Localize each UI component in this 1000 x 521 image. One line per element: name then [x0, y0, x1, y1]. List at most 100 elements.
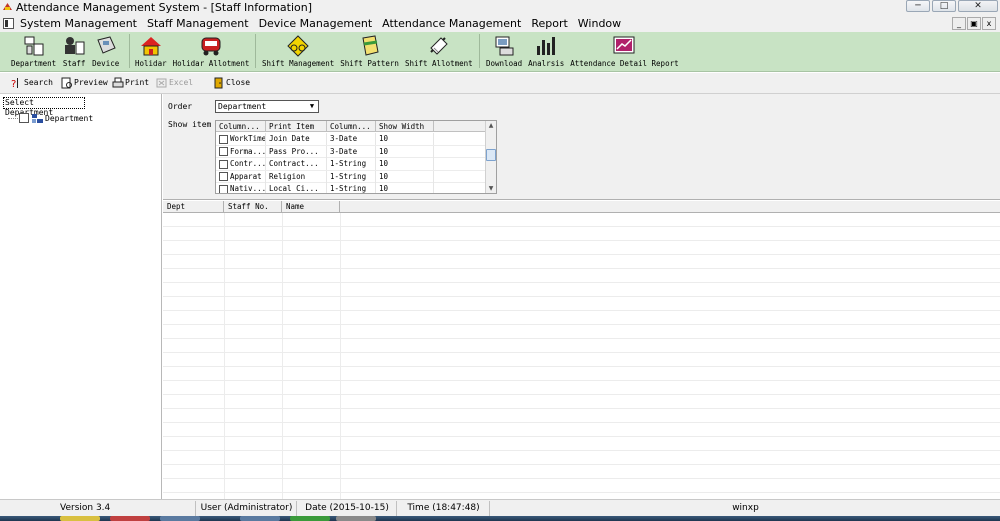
- cell-show-width[interactable]: 10: [376, 183, 434, 193]
- toolbar-staff-button[interactable]: Staff: [59, 34, 89, 69]
- mdi-close-button[interactable]: x: [982, 17, 996, 30]
- department-panel: Select Department Department: [0, 94, 162, 499]
- status-time: Time (18:47:48): [398, 501, 490, 516]
- toolbar-label: Holidar Allotment: [172, 59, 250, 68]
- cell-show-width[interactable]: 10: [376, 158, 434, 170]
- close-button[interactable]: Close: [213, 76, 250, 90]
- options-panel: Order Department ▼ Show item Column... P…: [163, 94, 1000, 200]
- cell-print-item: Local Ci...: [266, 183, 327, 193]
- department-node-icon: [32, 113, 43, 123]
- order-value: Department: [218, 102, 267, 111]
- staff-grid-header: Dept Staff No. Name: [163, 201, 1000, 213]
- taskbar-item[interactable]: [240, 516, 280, 521]
- show-item-grid-header: Column... Print Item Column... Show Widt…: [216, 121, 486, 132]
- toolbar-attendance-report-button[interactable]: Attendance Detail Report: [567, 34, 681, 69]
- column-header[interactable]: Column...: [216, 121, 266, 132]
- tree-connector: [8, 117, 18, 119]
- tree-node-department[interactable]: Department: [8, 113, 93, 123]
- cell-column-name: Nativ...: [230, 184, 266, 193]
- cell-show-width[interactable]: 10: [376, 170, 434, 183]
- status-bar: Version 3.4 User (Administrator) Date (2…: [0, 499, 1000, 516]
- menu-report[interactable]: Report: [531, 15, 567, 32]
- toolbar-separator: [255, 34, 256, 68]
- show-item-row[interactable]: Forma... Pass Pro... 3-Date 10: [216, 145, 486, 158]
- toolbar-device-button[interactable]: Device: [89, 34, 122, 69]
- scroll-up-icon[interactable]: ▲: [487, 121, 495, 130]
- preview-button[interactable]: Preview: [61, 76, 108, 90]
- cell-show-width[interactable]: 10: [376, 145, 434, 158]
- staff-icon: [65, 37, 85, 55]
- cell-column-name: WorkTime: [230, 134, 266, 143]
- taskbar-item[interactable]: [160, 516, 200, 521]
- row-checkbox[interactable]: [219, 184, 228, 193]
- cell-show-width[interactable]: 10: [376, 133, 434, 145]
- close-icon: ✕: [974, 1, 982, 11]
- tree-node-checkbox[interactable]: [19, 113, 29, 123]
- search-icon: ?: [11, 78, 18, 89]
- excel-button[interactable]: Excel: [156, 76, 193, 90]
- toolbar-shift-allotment-button[interactable]: Shift Allotment: [402, 34, 476, 69]
- excel-icon: [156, 78, 167, 88]
- column-header[interactable]: Print Item: [266, 121, 327, 132]
- show-item-row[interactable]: Apparat Religion 1-String 10: [216, 170, 486, 183]
- mdi-restore-button[interactable]: ▣: [967, 17, 981, 30]
- toolbar-department-button[interactable]: Department: [8, 34, 59, 69]
- column-header[interactable]: Column...: [327, 121, 376, 132]
- show-item-scrollbar[interactable]: ▲ ▼: [485, 121, 496, 193]
- analysis-icon: [537, 37, 556, 55]
- column-header-staff-no[interactable]: Staff No.: [224, 201, 282, 213]
- taskbar-item[interactable]: [290, 516, 330, 521]
- scroll-down-icon[interactable]: ▼: [487, 184, 495, 193]
- menu-attendance-management[interactable]: Attendance Management: [382, 15, 521, 32]
- column-header-name[interactable]: Name: [282, 201, 340, 213]
- show-item-row[interactable]: Contr... Contract... 1-String 10: [216, 158, 486, 171]
- menu-staff-management[interactable]: Staff Management: [147, 15, 249, 32]
- toolbar-download-button[interactable]: Download: [483, 34, 525, 69]
- toolbar-holiday-allotment-button[interactable]: Holidar Allotment: [170, 34, 253, 69]
- show-item-row[interactable]: WorkTime Join Date 3-Date 10: [216, 133, 486, 146]
- order-label: Order: [168, 102, 193, 111]
- preview-label: Preview: [74, 78, 108, 87]
- minimize-icon: ─: [915, 1, 921, 11]
- taskbar-item[interactable]: [336, 516, 376, 521]
- cell-column-name: Contr...: [230, 159, 266, 168]
- cell-print-item: Contract...: [266, 158, 327, 170]
- menu-device-management[interactable]: Device Management: [259, 15, 373, 32]
- mdi-minimize-button[interactable]: _: [952, 17, 966, 30]
- taskbar-item[interactable]: [110, 516, 150, 521]
- staff-grid: Dept Staff No. Name: [163, 201, 1000, 499]
- row-checkbox[interactable]: [219, 147, 228, 156]
- toolbar-label: Holidar: [135, 59, 167, 68]
- search-button[interactable]: ? Search: [11, 76, 53, 90]
- window-title: Attendance Management System - [Staff In…: [16, 1, 313, 14]
- taskbar-item[interactable]: [60, 516, 100, 521]
- column-header-dept[interactable]: Dept: [163, 201, 224, 213]
- staff-grid-body: [163, 213, 1000, 499]
- maximize-button[interactable]: □: [932, 0, 956, 12]
- close-window-button[interactable]: ✕: [958, 0, 998, 12]
- scrollbar-thumb[interactable]: [486, 149, 496, 161]
- menu-system-management[interactable]: System Management: [20, 15, 137, 32]
- toolbar-label: Attendance Detail Report: [570, 59, 679, 68]
- status-machine: winxp: [732, 503, 759, 513]
- toolbar-shift-management-button[interactable]: Shift Management: [259, 34, 337, 69]
- report-icon: [613, 36, 635, 54]
- device-icon: [97, 36, 116, 54]
- toolbar-holiday-button[interactable]: Holidar: [132, 34, 170, 69]
- row-checkbox[interactable]: [219, 159, 228, 169]
- holiday-allotment-icon: [201, 37, 221, 56]
- print-button[interactable]: Print: [112, 76, 149, 90]
- show-item-label: Show item: [168, 120, 212, 129]
- order-dropdown[interactable]: Department ▼: [215, 100, 319, 113]
- row-checkbox[interactable]: [219, 172, 228, 181]
- menu-window[interactable]: Window: [578, 15, 621, 32]
- column-header[interactable]: Show Width: [376, 121, 434, 132]
- mdi-document-icon[interactable]: [3, 18, 14, 29]
- row-checkbox[interactable]: [219, 134, 228, 144]
- department-icon: [24, 36, 44, 56]
- show-item-row[interactable]: Nativ... Local Ci... 1-String 10: [216, 183, 486, 193]
- os-taskbar: [0, 516, 1000, 521]
- minimize-button[interactable]: ─: [906, 0, 930, 12]
- toolbar-analysis-button[interactable]: Analrsis: [525, 34, 567, 69]
- toolbar-shift-pattern-button[interactable]: Shift Pattern: [337, 34, 402, 69]
